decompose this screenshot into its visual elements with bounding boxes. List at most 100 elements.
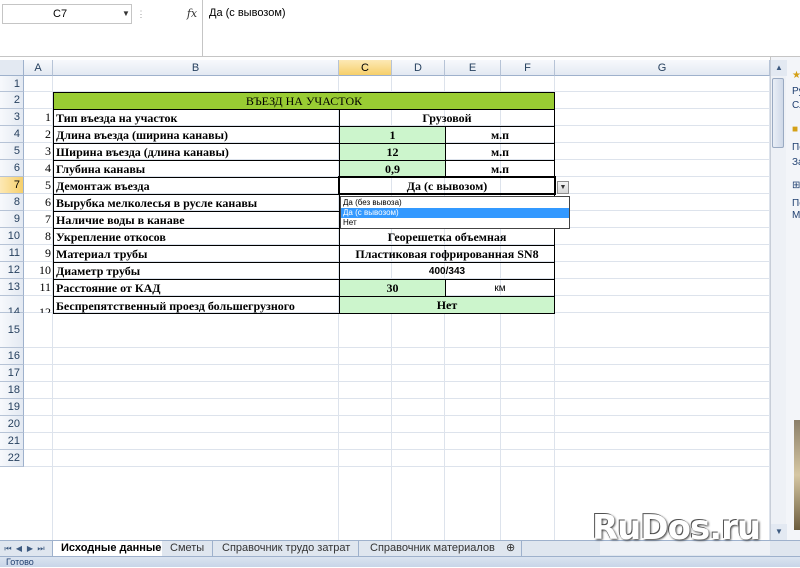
dropdown-arrow-icon[interactable]: ▼: [557, 181, 569, 194]
item-value[interactable]: 400/343: [339, 262, 555, 280]
row-header[interactable]: 20: [0, 416, 24, 433]
grip-icon: ⋮: [136, 9, 146, 19]
prev-sheet-icon[interactable]: ◀: [14, 542, 24, 556]
row-header[interactable]: 3: [0, 109, 24, 126]
column-header-a[interactable]: A: [24, 60, 53, 76]
item-value[interactable]: 1: [339, 126, 446, 144]
column-header-f[interactable]: F: [501, 60, 555, 76]
panel-link[interactable]: Ру: [792, 86, 800, 97]
scroll-up-icon[interactable]: ▲: [771, 60, 787, 76]
vertical-scroll-thumb[interactable]: [772, 78, 784, 148]
item-value[interactable]: 12: [339, 143, 446, 161]
tab-materials-reference[interactable]: Справочник материалов: [362, 541, 504, 557]
item-label[interactable]: Демонтаж въезда: [53, 177, 340, 195]
panel-link[interactable]: М: [792, 210, 800, 221]
item-label[interactable]: Беспрепятственный проезд большегрузного …: [53, 296, 340, 314]
row-header[interactable]: 11: [0, 245, 24, 262]
gridline: [24, 398, 770, 399]
column-header-g[interactable]: G: [555, 60, 770, 76]
row-header[interactable]: 14: [0, 296, 24, 318]
item-label[interactable]: Диаметр трубы: [53, 262, 340, 280]
row-header[interactable]: 5: [0, 143, 24, 160]
item-label[interactable]: Расстояние от КАД: [53, 279, 340, 297]
gridline: [24, 449, 770, 450]
item-number: 6: [45, 195, 51, 209]
item-unit: м.п: [445, 126, 555, 144]
scroll-down-icon[interactable]: ▼: [771, 524, 787, 540]
row-header[interactable]: 8: [0, 194, 24, 211]
item-label[interactable]: Наличие воды в канаве: [53, 211, 340, 229]
row-header[interactable]: 1: [0, 76, 24, 92]
status-bar: Готово: [0, 556, 800, 567]
item-label[interactable]: Вырубка мелколесья в русле канавы: [53, 194, 340, 212]
item-label[interactable]: Глубина канавы: [53, 160, 340, 178]
panel-link[interactable]: Пе: [792, 142, 800, 153]
formula-input[interactable]: Да (с вывозом): [202, 0, 800, 57]
row-header[interactable]: 2: [0, 92, 24, 109]
row-header[interactable]: 9: [0, 211, 24, 228]
tab-labor-reference[interactable]: Справочник трудо затрат: [214, 541, 360, 557]
item-value[interactable]: Георешетка объемная: [339, 228, 555, 246]
dropdown-option[interactable]: Да (без вывоза): [341, 198, 569, 208]
column-header-d[interactable]: D: [392, 60, 445, 76]
row-header[interactable]: 19: [0, 399, 24, 416]
row-header[interactable]: 4: [0, 126, 24, 143]
row-header[interactable]: 12: [0, 262, 24, 279]
dropdown-option[interactable]: Нет: [341, 218, 569, 228]
panel-link[interactable]: За: [792, 157, 800, 168]
item-value[interactable]: Пластиковая гофрированная SN8: [339, 245, 555, 263]
next-sheet-icon[interactable]: ▶: [25, 542, 35, 556]
item-label[interactable]: Укрепление откосов: [53, 228, 340, 246]
row-header[interactable]: 17: [0, 365, 24, 382]
row-header[interactable]: 22: [0, 450, 24, 467]
dropdown-option-selected[interactable]: Да (с вывозом): [341, 208, 569, 218]
last-sheet-icon[interactable]: ⏭: [36, 542, 46, 556]
item-number: 8: [45, 229, 51, 243]
item-unit: км: [445, 279, 555, 297]
item-value[interactable]: 30: [339, 279, 446, 297]
item-label[interactable]: Тип въезда на участок: [53, 109, 340, 127]
select-all-corner[interactable]: [0, 60, 24, 76]
gridline: [24, 381, 770, 382]
folder-icon: ■: [792, 124, 799, 135]
row-header[interactable]: 21: [0, 433, 24, 450]
tab-estimates[interactable]: Сметы: [162, 541, 214, 557]
insert-sheet-icon[interactable]: ⊕: [500, 541, 523, 557]
validation-dropdown-list[interactable]: Да (без вывоза) Да (с вывозом) Нет: [340, 196, 570, 229]
status-text: Готово: [6, 557, 34, 567]
item-number: 2: [45, 127, 51, 141]
insert-function-icon[interactable]: fx: [184, 4, 200, 24]
spreadsheet-grid[interactable]: ABCDEFG 1 2 3 4 5 6 7 8 9 10 11 12 13 14 15 16 17 18 19 20 2…: [0, 60, 770, 540]
column-header-b[interactable]: B: [53, 60, 339, 76]
panel-link[interactable]: Сл: [792, 100, 800, 111]
row-header[interactable]: 13: [0, 279, 24, 296]
item-number: 3: [45, 144, 51, 158]
formula-bar: C7 ▼ ⋮ fx Да (с вывозом): [0, 0, 800, 57]
row-header[interactable]: 6: [0, 160, 24, 177]
item-label[interactable]: Длина въезда (ширина канавы): [53, 126, 340, 144]
item-label[interactable]: Материал трубы: [53, 245, 340, 263]
panel-link[interactable]: Пе: [792, 198, 800, 209]
name-box[interactable]: C7: [2, 4, 132, 24]
row-header[interactable]: 10: [0, 228, 24, 245]
item-number: 11: [39, 280, 51, 294]
gridline: [24, 347, 770, 348]
item-number: 5: [45, 178, 51, 192]
row-header[interactable]: 18: [0, 382, 24, 399]
first-sheet-icon[interactable]: ⏮: [3, 542, 13, 556]
thumbnail-image: [794, 420, 800, 530]
item-label[interactable]: Ширина въезда (длина канавы): [53, 143, 340, 161]
watermark: RuDos.ru: [592, 508, 761, 548]
tab-source-data[interactable]: Исходные данные: [52, 541, 171, 557]
column-header-c[interactable]: C: [339, 60, 392, 76]
item-value[interactable]: Нет: [339, 296, 555, 314]
item-number: 4: [45, 161, 51, 175]
row-header[interactable]: 15: [0, 313, 24, 348]
row-header[interactable]: 16: [0, 348, 24, 365]
item-value[interactable]: Грузовой: [339, 109, 555, 127]
item-number: 10: [39, 263, 51, 277]
gridline: [24, 415, 770, 416]
row-header[interactable]: 7: [0, 177, 24, 194]
chevron-down-icon[interactable]: ▼: [120, 4, 132, 24]
column-header-e[interactable]: E: [445, 60, 501, 76]
